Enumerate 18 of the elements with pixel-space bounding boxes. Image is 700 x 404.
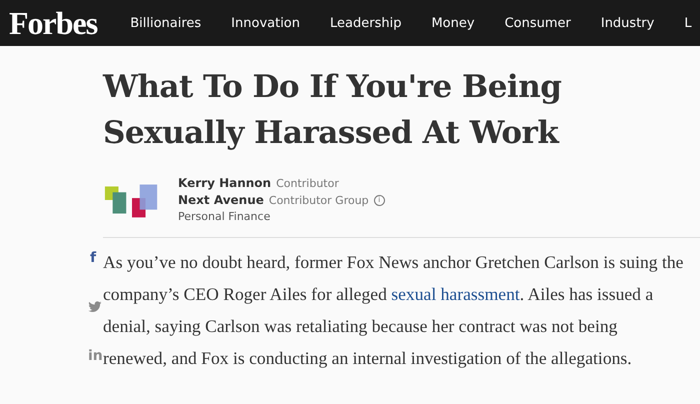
nav-link[interactable]: L	[684, 16, 692, 30]
section-link[interactable]: Personal Finance	[178, 210, 270, 223]
article-paragraph: As you’ve no doubt heard, former Fox News anchor Gretchen Carlson is suing the company’s CEO Roger Ailes for alleged sexual harassment. Ailes has issued a denial, saying Carlson was retaliating because her contract was not being renewed, and Fox is conducting an internal investigation of the allegations.	[103, 251, 684, 370]
site-logo[interactable]: Forbes	[9, 4, 98, 42]
nav-link[interactable]: Billionaires	[130, 16, 202, 30]
facebook-icon[interactable]: f	[88, 250, 96, 266]
article-link[interactable]: sexual harassment	[391, 284, 520, 304]
nav-link[interactable]: Industry	[600, 16, 654, 30]
author-role: Contributor	[276, 176, 339, 190]
author-link[interactable]: Kerry Hannon	[178, 176, 272, 190]
article-title: What To Do If You're Being Sexually Harassed At Work	[103, 68, 562, 153]
nav-link[interactable]: Money	[431, 16, 475, 30]
nav-link[interactable]: Leadership	[330, 16, 402, 30]
nav-link[interactable]: Innovation	[231, 16, 300, 30]
nav-link[interactable]: Consumer	[504, 16, 571, 30]
group-link[interactable]: Next Avenue	[178, 193, 264, 207]
group-role: Contributor Group	[268, 194, 369, 206]
bird-icon[interactable]	[88, 301, 102, 313]
